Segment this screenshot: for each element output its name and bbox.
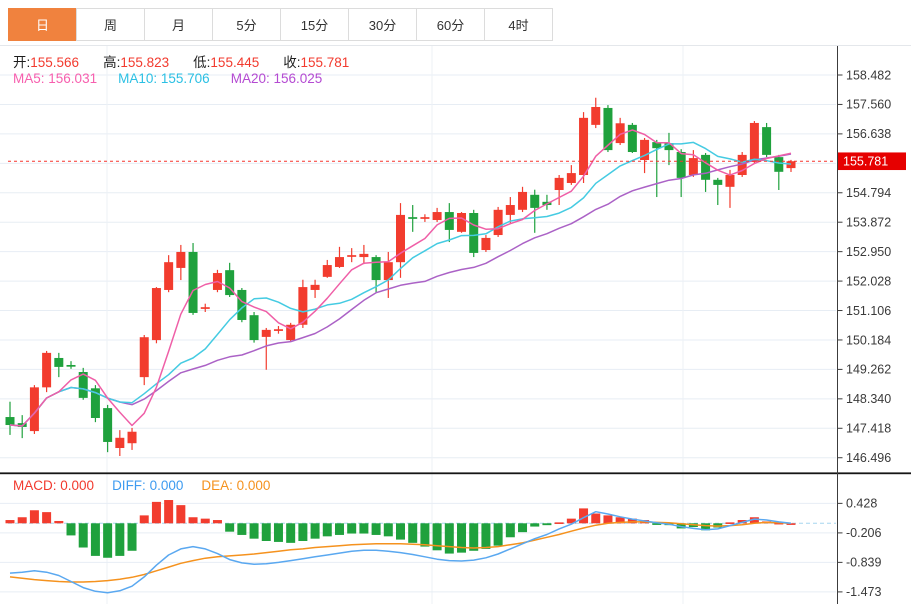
- svg-text:-0.839: -0.839: [846, 556, 881, 570]
- open-label: 开:: [13, 55, 31, 70]
- ma10-readout: MA10: 155.706: [118, 71, 210, 86]
- svg-text:147.418: 147.418: [846, 422, 891, 436]
- svg-text:158.482: 158.482: [846, 68, 891, 82]
- macd-histogram: [5, 500, 796, 558]
- ma10-label: MA10:: [118, 71, 158, 86]
- svg-text:148.340: 148.340: [846, 392, 891, 406]
- dea-value: 0.000: [236, 478, 271, 493]
- svg-text:150.184: 150.184: [846, 333, 891, 347]
- svg-text:0.428: 0.428: [846, 497, 877, 511]
- diff-value: 0.000: [149, 478, 184, 493]
- high-readout: 高:155.823: [103, 51, 169, 71]
- macd-label: MACD:: [13, 478, 57, 493]
- high-value: 155.823: [120, 55, 170, 70]
- svg-text:157.560: 157.560: [846, 98, 891, 112]
- tab-day[interactable]: 日: [8, 8, 77, 41]
- high-label: 高:: [103, 55, 121, 70]
- svg-text:152.950: 152.950: [846, 245, 891, 259]
- svg-text:156.638: 156.638: [846, 127, 891, 141]
- ma5-label: MA5:: [13, 71, 45, 86]
- gridlines: [0, 45, 836, 604]
- ma20-value: 156.025: [273, 71, 323, 86]
- tab-month[interactable]: 月: [144, 8, 213, 41]
- close-readout: 收:155.781: [283, 51, 349, 71]
- svg-text:149.262: 149.262: [846, 363, 891, 377]
- last-price-badge: 155.781: [838, 152, 906, 171]
- svg-text:146.496: 146.496: [846, 451, 891, 465]
- dea-label: DEA:: [201, 478, 233, 493]
- tab-5min[interactable]: 5分: [212, 8, 281, 41]
- macd-value-readout: MACD: 0.000: [13, 478, 94, 493]
- tab-15min[interactable]: 15分: [280, 8, 349, 41]
- macd-value: 0.000: [60, 478, 95, 493]
- open-value: 155.566: [30, 55, 80, 70]
- svg-text:155.781: 155.781: [843, 155, 888, 169]
- svg-text:153.872: 153.872: [846, 216, 891, 230]
- ma10-value: 155.706: [160, 71, 210, 86]
- ma5-value: 156.031: [48, 71, 98, 86]
- diff-value-readout: DIFF: 0.000: [112, 478, 183, 493]
- svg-text:-1.473: -1.473: [846, 585, 881, 599]
- tab-week[interactable]: 周: [76, 8, 145, 41]
- ma-lines: [9, 129, 792, 427]
- diff-label: DIFF:: [112, 478, 146, 493]
- dea-value-readout: DEA: 0.000: [201, 478, 270, 493]
- svg-text:152.028: 152.028: [846, 274, 891, 288]
- tab-30min[interactable]: 30分: [348, 8, 417, 41]
- macd-readout: MACD: 0.000 DIFF: 0.000 DEA: 0.000: [13, 478, 270, 493]
- svg-text:-0.206: -0.206: [846, 526, 881, 540]
- ma20-readout: MA20: 156.025: [231, 71, 323, 86]
- timeframe-tab-bar: 日 周 月 5分 15分 30分 60分 4时: [8, 8, 553, 41]
- ohlc-readout: 开:155.566 高:155.823 低:155.445 收:155.781: [13, 51, 349, 71]
- open-readout: 开:155.566: [13, 51, 79, 71]
- tab-4hour[interactable]: 4时: [484, 8, 553, 41]
- panel-separator: [0, 472, 911, 475]
- ma-readout: MA5: 156.031 MA10: 155.706 MA20: 156.025: [13, 71, 322, 86]
- candlestick-chart-canvas[interactable]: 158.482 157.560 156.638 154.794 153.872 152.9…: [0, 0, 911, 604]
- ma20-label: MA20:: [230, 71, 270, 86]
- low-value: 155.445: [210, 55, 260, 70]
- low-readout: 低:155.445: [193, 51, 259, 71]
- axis-labels: 158.482 157.560 156.638 154.794 153.872 152.9…: [837, 68, 891, 599]
- low-label: 低:: [193, 55, 211, 70]
- ma5-readout: MA5: 156.031: [13, 71, 97, 86]
- close-value: 155.781: [300, 55, 350, 70]
- svg-text:151.106: 151.106: [846, 304, 891, 318]
- header-divider: [0, 45, 911, 46]
- close-label: 收:: [283, 55, 301, 70]
- svg-text:154.794: 154.794: [846, 186, 891, 200]
- tab-60min[interactable]: 60分: [416, 8, 485, 41]
